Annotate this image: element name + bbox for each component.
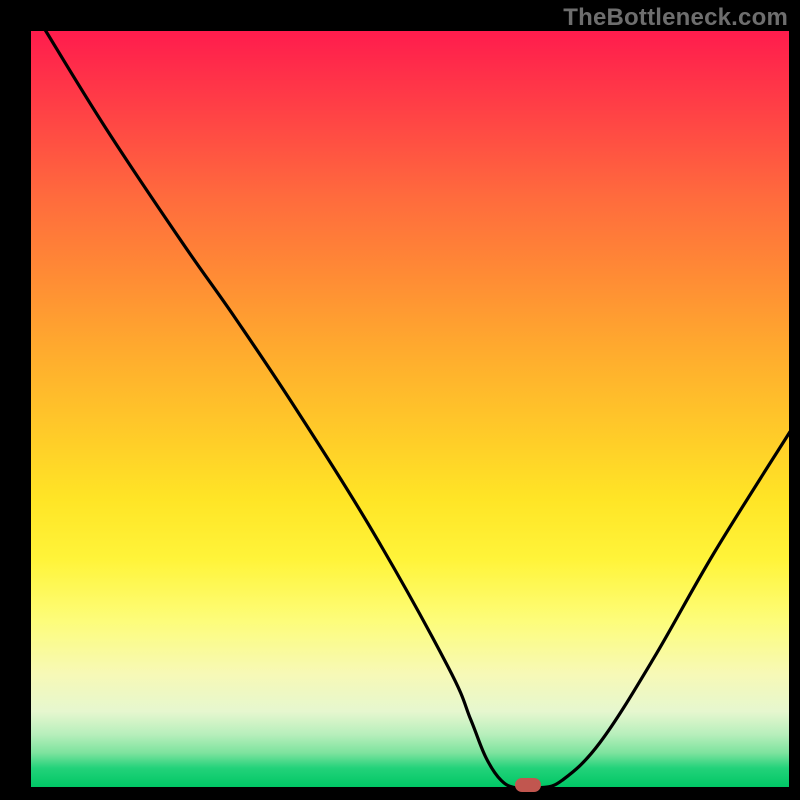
watermark-text: TheBottleneck.com xyxy=(563,4,788,32)
optimal-point-marker xyxy=(515,778,541,792)
bottleneck-curve xyxy=(45,30,790,788)
chart-container: TheBottleneck.com xyxy=(0,0,800,800)
plot-overlay xyxy=(30,30,790,788)
